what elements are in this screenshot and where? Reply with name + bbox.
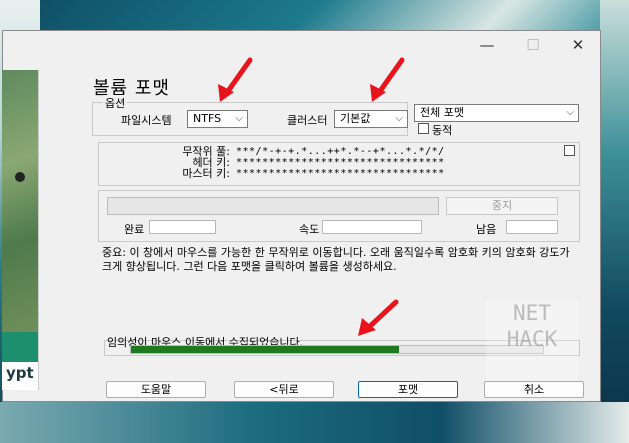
dynamic-checkbox[interactable] — [418, 123, 429, 134]
cancel-button[interactable]: 취소 — [484, 381, 584, 398]
done-field — [149, 220, 216, 234]
format-mode-value: 전체 포맷 — [420, 106, 464, 119]
cluster-select[interactable]: 기본값 ⌵ — [334, 110, 408, 128]
master-key-value: ******************************** — [236, 168, 445, 179]
maximize-button[interactable]: ☐ — [510, 31, 556, 59]
background-app-dot — [15, 172, 25, 182]
speed-field — [322, 220, 422, 234]
watermark-logo: NET HACK — [486, 300, 578, 382]
info-text: 중요: 이 창에서 마우스를 가능한 한 무작위로 이동합니다. 오래 움직일수… — [102, 246, 570, 273]
show-pool-checkbox[interactable] — [564, 145, 575, 156]
annotation-arrow-icon — [370, 57, 405, 102]
cluster-label: 클러스터 — [287, 114, 328, 127]
close-button[interactable]: ✕ — [555, 31, 601, 59]
chevron-down-icon: ⌵ — [395, 113, 403, 124]
filesystem-label: 파일시스템 — [121, 114, 172, 127]
annotation-arrow-icon — [218, 57, 253, 102]
master-key-label: 마스터 키: — [182, 167, 230, 180]
speed-label: 속도 — [299, 223, 320, 236]
background-app-text: ypt — [6, 364, 34, 382]
stop-button[interactable]: 중지 — [446, 197, 558, 215]
format-mode-select[interactable]: 전체 포맷 ⌵ — [414, 104, 579, 122]
annotation-arrow-icon — [358, 299, 399, 336]
chevron-down-icon: ⌵ — [566, 107, 574, 118]
options-group-label: 옵션 — [103, 95, 128, 111]
dynamic-label: 동적 — [432, 124, 453, 137]
desktop-background-bottom — [0, 402, 629, 443]
remaining-field — [506, 220, 558, 234]
format-progress-bar — [107, 197, 439, 215]
background-app-banner — [2, 332, 38, 362]
randomness-progress-fill — [131, 346, 399, 353]
format-button[interactable]: 포맷 — [358, 381, 458, 398]
minimize-button[interactable]: — — [464, 31, 510, 59]
watermark-text: NET HACK — [506, 301, 558, 351]
remaining-label: 남음 — [476, 223, 497, 236]
done-label: 완료 — [124, 223, 145, 236]
chevron-down-icon: ⌵ — [235, 113, 243, 124]
desktop-background-right — [600, 0, 629, 443]
cluster-value: 기본값 — [340, 112, 371, 125]
filesystem-value: NTFS — [193, 112, 222, 125]
header-key-value: ******************************** — [236, 157, 445, 168]
back-button[interactable]: <뒤로 — [234, 381, 334, 398]
filesystem-select[interactable]: NTFS ⌵ — [187, 110, 248, 128]
random-pool-value: ***/*-+-+.*...++*.*--+*...*.*/*/ — [236, 146, 445, 157]
background-app-image — [2, 70, 38, 332]
help-button[interactable]: 도움말 — [106, 381, 206, 398]
